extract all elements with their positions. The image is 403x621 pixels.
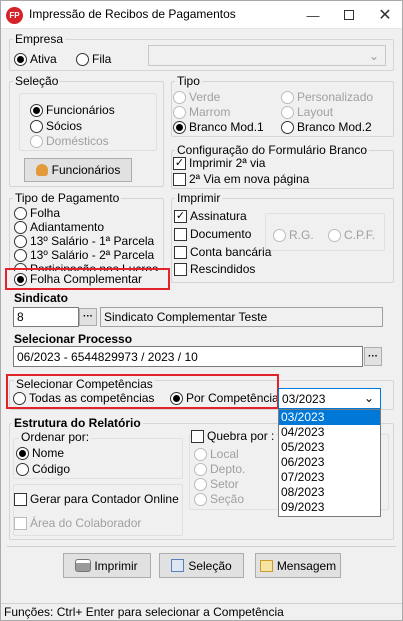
tipo-pagamento-legend: Tipo de Pagamento	[13, 191, 122, 205]
area-colaborador-checkbox: Área do Colaborador	[14, 516, 141, 530]
user-icon	[35, 164, 48, 176]
pagamento-13-1-radio[interactable]: 13º Salário - 1ª Parcela	[14, 234, 154, 248]
dropdown-option[interactable]: 08/2023	[279, 485, 380, 500]
tipo-marrom-radio: Marrom	[173, 105, 230, 119]
imprimir-2via-checkbox[interactable]: ✓ Imprimir 2ª via	[173, 156, 265, 170]
dropdown-option[interactable]: 07/2023	[279, 470, 380, 485]
gerar-contador-checkbox[interactable]: Gerar para Contador Online	[14, 492, 179, 506]
funcionarios-button[interactable]: Funcionários	[24, 158, 132, 182]
ordenar-legend: Ordenar por:	[19, 430, 92, 444]
title-bar: FP Impressão de Recibos de Pagamentos — …	[1, 1, 402, 29]
quebra-checkbox[interactable]: Quebra por :	[191, 429, 277, 443]
rg-radio: R.G.	[273, 228, 314, 242]
selecao-domesticos-radio: Domésticos	[30, 134, 109, 148]
rescindidos-checkbox[interactable]: Rescindidos	[174, 262, 255, 276]
selecao-legend: Seleção	[13, 74, 61, 88]
tipo-branco2-radio[interactable]: Branco Mod.2	[281, 120, 372, 134]
empresa-ativa-radio[interactable]: Ativa	[14, 52, 57, 66]
sindicato-code-field[interactable]: 8	[13, 307, 79, 327]
ordenar-codigo-radio[interactable]: Código	[16, 462, 70, 476]
chevron-down-icon: ⌄	[368, 49, 379, 63]
quebra-depto-radio: Depto.	[194, 462, 245, 476]
empresa-fila-radio[interactable]: Fila	[76, 52, 111, 66]
dropdown-option[interactable]: 04/2023	[279, 425, 380, 440]
highlight-competencias	[6, 374, 279, 409]
main-window: FP Impressão de Recibos de Pagamentos — …	[0, 0, 403, 621]
sindicato-label: Sindicato	[14, 291, 69, 305]
conta-bancaria-checkbox[interactable]: Conta bancária	[174, 245, 271, 259]
processo-lookup-button[interactable]: ···	[364, 347, 382, 366]
sindicato-name-field: Sindicato Complementar Teste	[100, 307, 383, 327]
tipo-personalizado-radio: Personalizado	[281, 90, 373, 104]
window-title: Impressão de Recibos de Pagamentos	[29, 7, 236, 21]
assinatura-checkbox[interactable]: ✓ Assinatura	[174, 209, 247, 223]
quebra-local-radio: Local	[194, 447, 239, 461]
processo-label: Selecionar Processo	[14, 332, 133, 346]
dropdown-option[interactable]: 05/2023	[279, 440, 380, 455]
divider	[7, 546, 396, 547]
imprimir-legend: Imprimir	[175, 191, 223, 205]
sindicato-lookup-button[interactable]: ···	[79, 308, 97, 326]
dropdown-option[interactable]: 09/2023	[279, 500, 380, 515]
pagamento-folha-radio[interactable]: Folha	[14, 206, 60, 220]
imprimir-button[interactable]: Imprimir	[63, 553, 151, 578]
cpf-radio: C.P.F.	[328, 228, 375, 242]
status-bar: Funções: Ctrl+ Enter para selecionar a C…	[1, 603, 402, 621]
selecao-button[interactable]: Seleção	[159, 553, 244, 578]
chevron-down-icon: ⌄	[363, 391, 374, 405]
documento-checkbox[interactable]: Documento	[174, 227, 251, 241]
pagamento-adiantamento-radio[interactable]: Adiantamento	[14, 220, 104, 234]
empresa-select[interactable]: ⌄	[148, 45, 386, 66]
selecao-funcionarios-radio[interactable]: Funcionários	[30, 103, 115, 117]
close-button[interactable]: ✕	[368, 1, 402, 29]
tipo-layout-radio: Layout	[281, 105, 333, 119]
message-icon	[259, 559, 273, 572]
mensagem-button[interactable]: Mensagem	[255, 553, 341, 578]
dropdown-option[interactable]: 03/2023	[279, 410, 380, 425]
maximize-button[interactable]	[332, 1, 366, 29]
dropdown-option[interactable]: 06/2023	[279, 455, 380, 470]
tipo-branco1-radio[interactable]: Branco Mod.1	[173, 120, 264, 134]
estrutura-legend: Estrutura do Relatório	[12, 416, 143, 430]
tipo-verde-radio: Verde	[173, 90, 220, 104]
quebra-secao-radio: Seção	[194, 492, 244, 506]
minimize-button[interactable]: —	[296, 1, 330, 29]
competencia-dropdown-list: 03/2023 04/2023 05/2023 06/2023 07/2023 …	[278, 409, 381, 517]
segunda-via-checkbox[interactable]: 2ª Via em nova página	[173, 172, 309, 186]
empresa-legend: Empresa	[13, 32, 66, 46]
app-logo-icon: FP	[6, 7, 23, 24]
processo-field[interactable]: 06/2023 - 6544829973 / 2023 / 10	[13, 346, 363, 367]
ordenar-nome-radio[interactable]: Nome	[16, 446, 64, 460]
tipo-legend: Tipo	[175, 74, 202, 88]
pagamento-13-2-radio[interactable]: 13º Salário - 2ª Parcela	[14, 248, 154, 262]
printer-icon	[76, 560, 91, 571]
selecao-socios-radio[interactable]: Sócios	[30, 119, 82, 133]
competencia-select[interactable]: 03/2023 ⌄	[278, 388, 381, 409]
config-legend: Configuração do Formulário Branco	[175, 143, 370, 157]
highlight-folha-complementar	[5, 268, 170, 290]
quebra-setor-radio: Setor	[194, 477, 239, 491]
list-icon	[171, 559, 185, 572]
